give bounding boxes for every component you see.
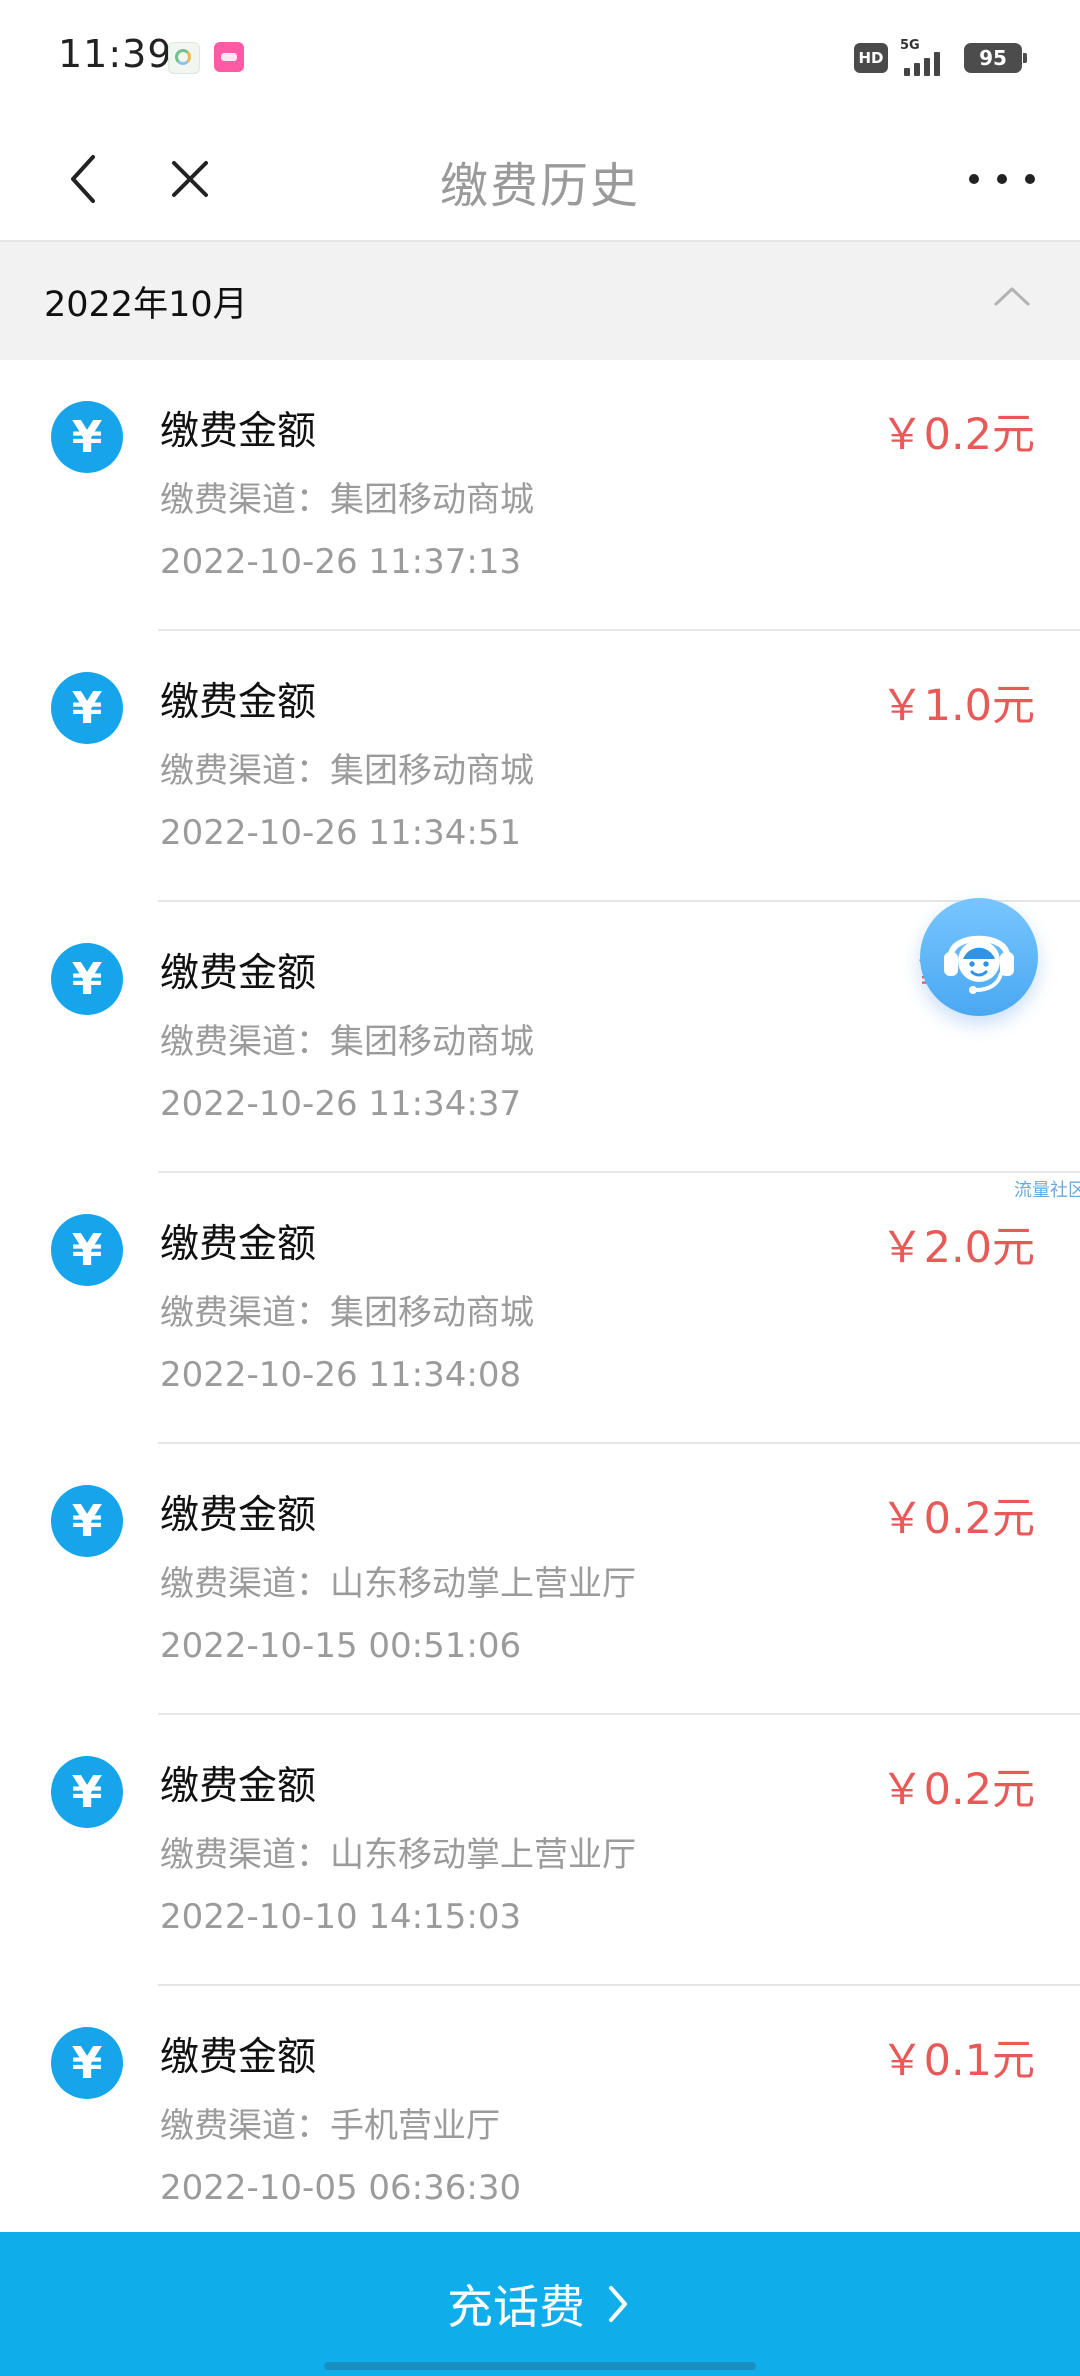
- month-title: 2022年10月: [44, 285, 248, 325]
- status-bar: 11:39 HD 5G 95: [0, 0, 1080, 118]
- payment-record[interactable]: ¥ 缴费金额 缴费渠道：山东移动掌上营业厅 2022-10-15 00:51:0…: [0, 1444, 1080, 1715]
- yuan-icon: ¥: [51, 1485, 123, 1557]
- payment-time: 2022-10-05 06:36:30: [160, 2168, 522, 2208]
- recharge-label: 充话费: [447, 2280, 585, 2334]
- payment-label: 缴费金额: [160, 1493, 317, 1538]
- customer-service-button[interactable]: [920, 898, 1038, 1016]
- recharge-bar: 充话费: [0, 2232, 1080, 2376]
- month-section-header[interactable]: 2022年10月: [0, 242, 1080, 360]
- payment-time: 2022-10-10 14:15:03: [160, 1897, 522, 1937]
- battery-indicator: 95: [964, 43, 1027, 73]
- payment-channel: 缴费渠道：山东移动掌上营业厅: [160, 1835, 636, 1875]
- status-app-icon-one: [168, 42, 200, 74]
- chevron-up-icon: [994, 287, 1030, 306]
- chevron-right-icon: [609, 2286, 627, 2322]
- month-collapse-button[interactable]: [974, 266, 1050, 326]
- payment-amount: ￥0.2元: [880, 1494, 1035, 1544]
- payment-label: 缴费金额: [160, 1222, 317, 1267]
- more-button[interactable]: [952, 144, 1052, 214]
- payment-channel: 缴费渠道：集团移动商城: [160, 1022, 534, 1062]
- payment-time: 2022-10-26 11:34:51: [160, 813, 522, 853]
- yuan-icon: ¥: [51, 401, 123, 473]
- yuan-icon: ¥: [51, 1756, 123, 1828]
- payment-record[interactable]: ¥ 缴费金额 缴费渠道：集团移动商城 2022-10-26 11:34:37 ￥: [0, 902, 1080, 1173]
- payment-channel: 缴费渠道：手机营业厅: [160, 2106, 500, 2146]
- payment-channel: 缴费渠道：集团移动商城: [160, 1293, 534, 1333]
- payment-channel: 缴费渠道：集团移动商城: [160, 751, 534, 791]
- network-type: 5G: [900, 38, 920, 53]
- recharge-button[interactable]: 充话费: [0, 2232, 1080, 2376]
- payment-amount: ￥0.2元: [880, 1765, 1035, 1815]
- top-navigation: 缴费历史: [0, 118, 1080, 242]
- yuan-icon: ¥: [51, 2027, 123, 2099]
- customer-service-icon: [944, 935, 1014, 994]
- assistant-watermark: 流量社区: [1014, 1180, 1080, 1201]
- payment-record[interactable]: ¥ 缴费金额 缴费渠道：山东移动掌上营业厅 2022-10-10 14:15:0…: [0, 1715, 1080, 1986]
- payment-label: 缴费金额: [160, 409, 317, 454]
- payment-channel: 缴费渠道：集团移动商城: [160, 480, 534, 520]
- signal-bars: [904, 52, 940, 76]
- yuan-icon: ¥: [51, 1214, 123, 1286]
- more-horizontal-icon: [969, 174, 1035, 184]
- status-indicators: HD 5G 95: [854, 30, 1027, 86]
- payment-record[interactable]: ¥ 缴费金额 缴费渠道：手机营业厅 2022-10-05 06:36:30 ￥0…: [0, 1986, 1080, 2257]
- payment-label: 缴费金额: [160, 680, 317, 725]
- payment-amount: ￥0.1元: [880, 2036, 1035, 2086]
- payment-amount: ￥1.0元: [880, 681, 1035, 731]
- payment-amount: ￥0.2元: [880, 410, 1035, 460]
- payment-record[interactable]: ¥ 缴费金额 缴费渠道：集团移动商城 2022-10-26 11:34:51 ￥…: [0, 631, 1080, 902]
- payment-record[interactable]: ¥ 缴费金额 缴费渠道：集团移动商城 2022-10-26 11:37:13 ￥…: [0, 360, 1080, 631]
- payment-history-list: ¥ 缴费金额 缴费渠道：集团移动商城 2022-10-26 11:37:13 ￥…: [0, 360, 1080, 2257]
- payment-time: 2022-10-26 11:37:13: [160, 542, 522, 582]
- payment-amount: ￥2.0元: [880, 1223, 1035, 1273]
- yuan-icon: ¥: [51, 672, 123, 744]
- status-time: 11:39: [58, 32, 173, 76]
- payment-time: 2022-10-15 00:51:06: [160, 1626, 522, 1666]
- payment-label: 缴费金额: [160, 951, 317, 996]
- payment-record[interactable]: ¥ 缴费金额 缴费渠道：集团移动商城 2022-10-26 11:34:08 ￥…: [0, 1173, 1080, 1444]
- payment-label: 缴费金额: [160, 1764, 317, 1809]
- payment-channel: 缴费渠道：山东移动掌上营业厅: [160, 1564, 636, 1604]
- home-indicator: [324, 2362, 756, 2370]
- payment-time: 2022-10-26 11:34:37: [160, 1084, 522, 1124]
- yuan-icon: ¥: [51, 943, 123, 1015]
- page-title: 缴费历史: [439, 158, 640, 214]
- payment-time: 2022-10-26 11:34:08: [160, 1355, 522, 1395]
- hd-badge: HD: [854, 43, 888, 73]
- payment-label: 缴费金额: [160, 2035, 317, 2080]
- signal-strength: 5G: [900, 38, 952, 76]
- status-app-icon-two: [214, 42, 244, 72]
